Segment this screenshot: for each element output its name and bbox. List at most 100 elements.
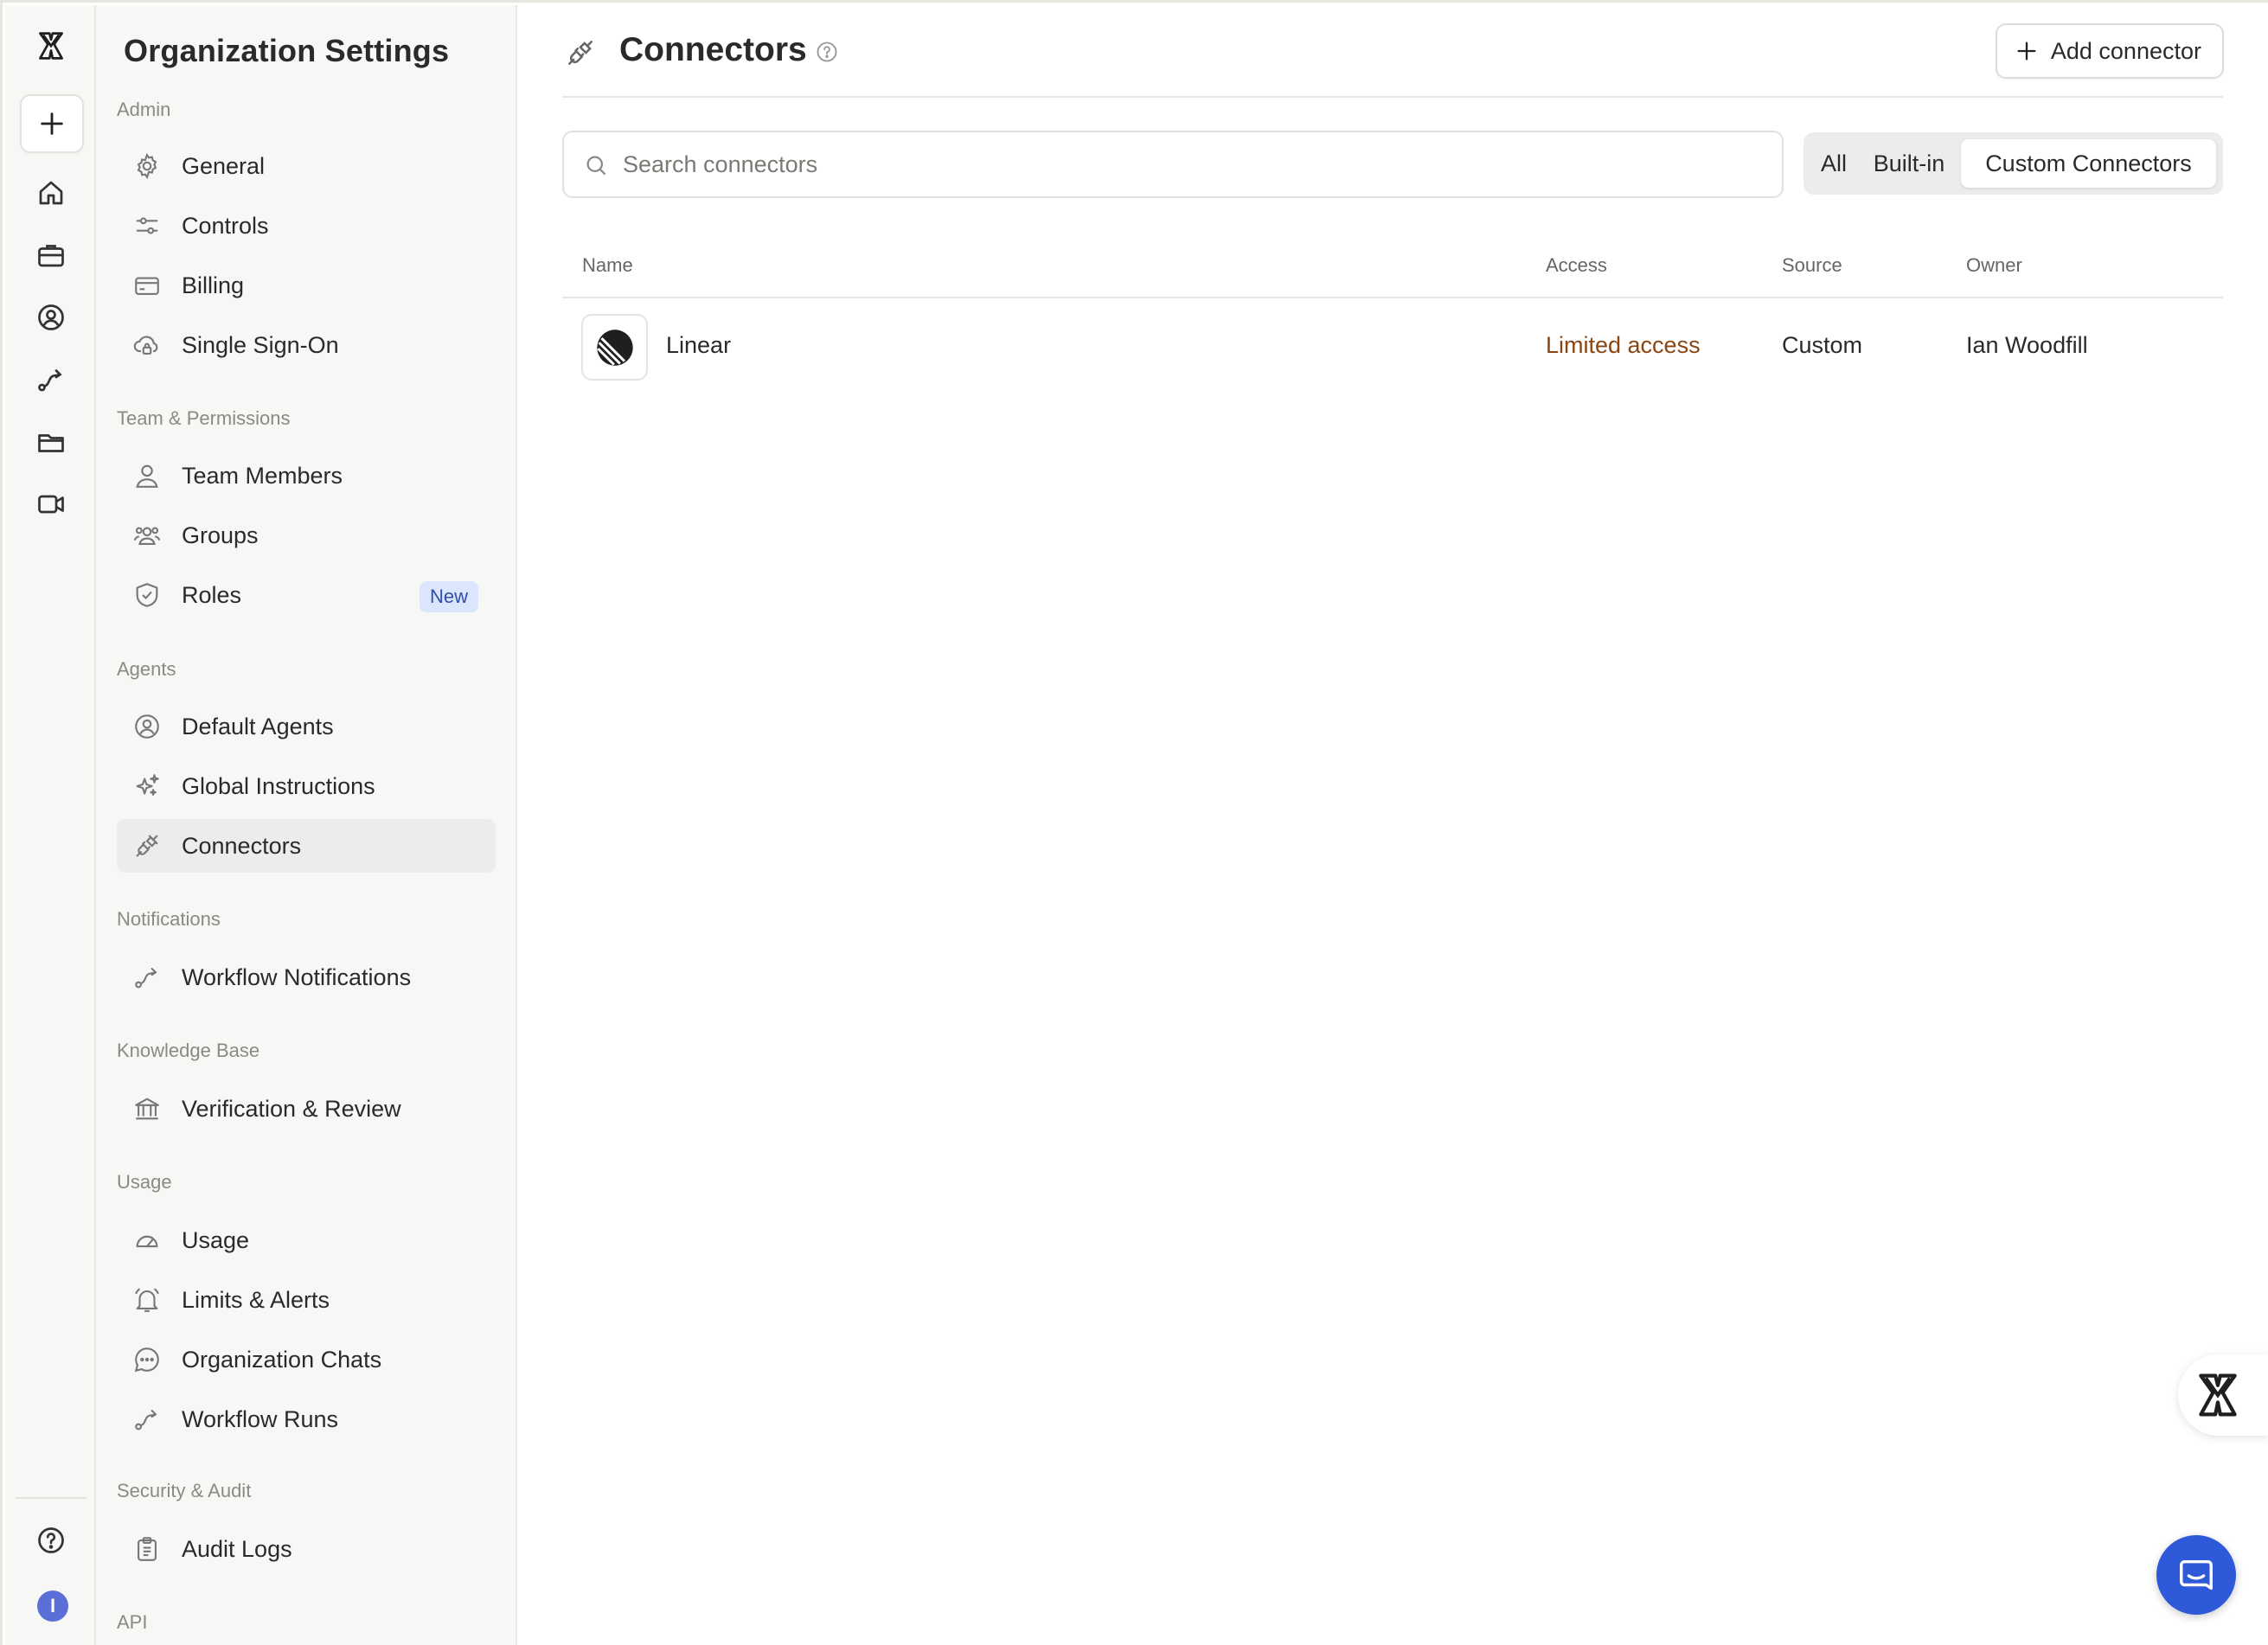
table-row[interactable]: Linear Limited access Custom Ian Woodfil… — [562, 310, 2223, 386]
sidebar-item-workflow-runs[interactable]: Workflow Runs — [117, 1392, 496, 1446]
bank-icon — [132, 1094, 162, 1123]
sidebar-item-label: Connectors — [182, 832, 302, 859]
bell-icon — [132, 1285, 162, 1315]
sidebar-item-label: Organization Chats — [182, 1346, 382, 1373]
settings-sidebar: Organization Settings Admin General Cont… — [96, 5, 517, 1645]
sidebar-item-default-agents[interactable]: Default Agents — [117, 700, 496, 753]
route-icon — [132, 963, 162, 992]
new-chat-button[interactable] — [20, 94, 84, 153]
route-icon — [132, 1405, 162, 1434]
sliders-icon — [132, 211, 162, 240]
sidebar-item-label: Billing — [182, 272, 245, 298]
credit-card-icon — [132, 271, 162, 300]
sidebar-item-workflow-notifications[interactable]: Workflow Notifications — [117, 951, 496, 1004]
header-divider — [562, 96, 2223, 98]
sidebar-item-label: Groups — [182, 522, 259, 548]
sidebar-item-sso[interactable]: Single Sign-On — [117, 318, 496, 372]
filter-built-in[interactable]: Built-in — [1861, 139, 1957, 188]
column-header-source: Source — [1782, 254, 1842, 276]
rail-divider — [16, 1497, 86, 1499]
sidebar-item-label: Default Agents — [182, 713, 334, 739]
sidebar-item-label: Workflow Runs — [182, 1405, 339, 1432]
sidebar-item-label: Workflow Notifications — [182, 963, 412, 990]
sidebar-item-label: Audit Logs — [182, 1535, 292, 1562]
sidebar-item-label: Global Instructions — [182, 772, 375, 799]
help-circle-icon[interactable] — [815, 40, 839, 64]
section-label-knowledge-base: Knowledge Base — [117, 1040, 260, 1061]
search-box[interactable] — [562, 131, 1784, 198]
sidebar-item-label: Verification & Review — [182, 1095, 401, 1122]
filter-segmented-control: All Built-in Custom Connectors — [1804, 132, 2223, 195]
icon-rail: I — [5, 5, 96, 1645]
column-header-owner: Owner — [1966, 254, 2022, 276]
table-header-divider — [562, 297, 2223, 298]
search-input[interactable] — [623, 132, 1765, 196]
sidebar-item-label: Limits & Alerts — [182, 1286, 330, 1313]
app-logo-icon[interactable] — [29, 24, 73, 67]
sidebar-item-controls[interactable]: Controls — [117, 199, 496, 253]
connector-owner: Ian Woodfill — [1966, 332, 2088, 358]
assistant-launcher[interactable] — [2178, 1354, 2268, 1436]
column-header-access: Access — [1546, 254, 1607, 276]
sidebar-item-general[interactable]: General — [117, 139, 496, 193]
filter-custom-connectors[interactable]: Custom Connectors — [1961, 139, 2216, 188]
home-icon[interactable] — [29, 171, 73, 214]
sidebar-item-organization-chats[interactable]: Organization Chats — [117, 1333, 496, 1386]
sidebar-item-team-members[interactable]: Team Members — [117, 449, 496, 502]
section-label-security: Security & Audit — [117, 1480, 252, 1501]
linear-logo-icon — [581, 314, 648, 381]
section-label-usage: Usage — [117, 1171, 172, 1193]
page-title: Connectors — [619, 31, 807, 68]
sidebar-item-audit-logs[interactable]: Audit Logs — [117, 1522, 496, 1576]
user-circle-icon — [132, 712, 162, 741]
workflows-icon[interactable] — [29, 358, 73, 401]
chat-icon — [132, 1345, 162, 1374]
group-icon — [132, 521, 162, 550]
sidebar-item-usage[interactable]: Usage — [117, 1213, 496, 1267]
plug-icon — [132, 831, 162, 861]
sidebar-item-label: Usage — [182, 1226, 250, 1253]
sidebar-item-label: Controls — [182, 212, 269, 239]
app-frame: I Organization Settings Admin General Co… — [0, 0, 2268, 1645]
connector-name[interactable]: Linear — [666, 332, 731, 359]
add-connector-button[interactable]: Add connector — [1995, 23, 2224, 79]
user-avatar[interactable]: I — [37, 1591, 68, 1622]
plus-icon — [2017, 42, 2036, 61]
gear-icon — [132, 151, 162, 181]
shield-check-icon — [132, 580, 162, 610]
sidebar-item-label: General — [182, 152, 266, 179]
sidebar-item-label: Team Members — [182, 462, 343, 489]
connector-access: Limited access — [1546, 332, 1701, 358]
user-icon — [132, 461, 162, 490]
sidebar-item-groups[interactable]: Groups — [117, 509, 496, 562]
sidebar-item-global-instructions[interactable]: Global Instructions — [117, 759, 496, 813]
app-logo-icon — [2199, 1373, 2237, 1417]
add-connector-label: Add connector — [2050, 37, 2201, 64]
sidebar-item-verification-review[interactable]: Verification & Review — [117, 1082, 496, 1136]
support-chat-button[interactable] — [2156, 1535, 2236, 1615]
connector-source: Custom — [1782, 332, 1863, 358]
briefcase-icon[interactable] — [29, 234, 73, 277]
sidebar-item-label: Single Sign-On — [182, 331, 339, 358]
gauge-icon — [132, 1226, 162, 1255]
main-content: Connectors Add connector All Built-in Cu… — [519, 5, 2268, 1645]
new-badge: New — [419, 581, 478, 612]
filter-all[interactable]: All — [1810, 139, 1857, 188]
sidebar-item-billing[interactable]: Billing — [117, 259, 496, 312]
sidebar-title: Organization Settings — [124, 33, 450, 68]
video-icon[interactable] — [29, 483, 73, 526]
agents-icon[interactable] — [29, 296, 73, 339]
sidebar-item-limits-alerts[interactable]: Limits & Alerts — [117, 1273, 496, 1327]
chat-bubble-icon — [2180, 1559, 2213, 1591]
plug-icon — [564, 36, 597, 69]
help-icon[interactable] — [29, 1519, 73, 1562]
folder-icon[interactable] — [29, 420, 73, 464]
column-header-name: Name — [582, 254, 633, 276]
section-label-admin: Admin — [117, 99, 171, 120]
section-label-team: Team & Permissions — [117, 407, 291, 429]
sidebar-item-roles[interactable]: Roles New — [117, 568, 496, 622]
search-icon — [586, 156, 606, 176]
cloud-lock-icon — [132, 330, 162, 360]
sparkles-icon — [132, 771, 162, 801]
sidebar-item-connectors[interactable]: Connectors — [117, 819, 496, 873]
